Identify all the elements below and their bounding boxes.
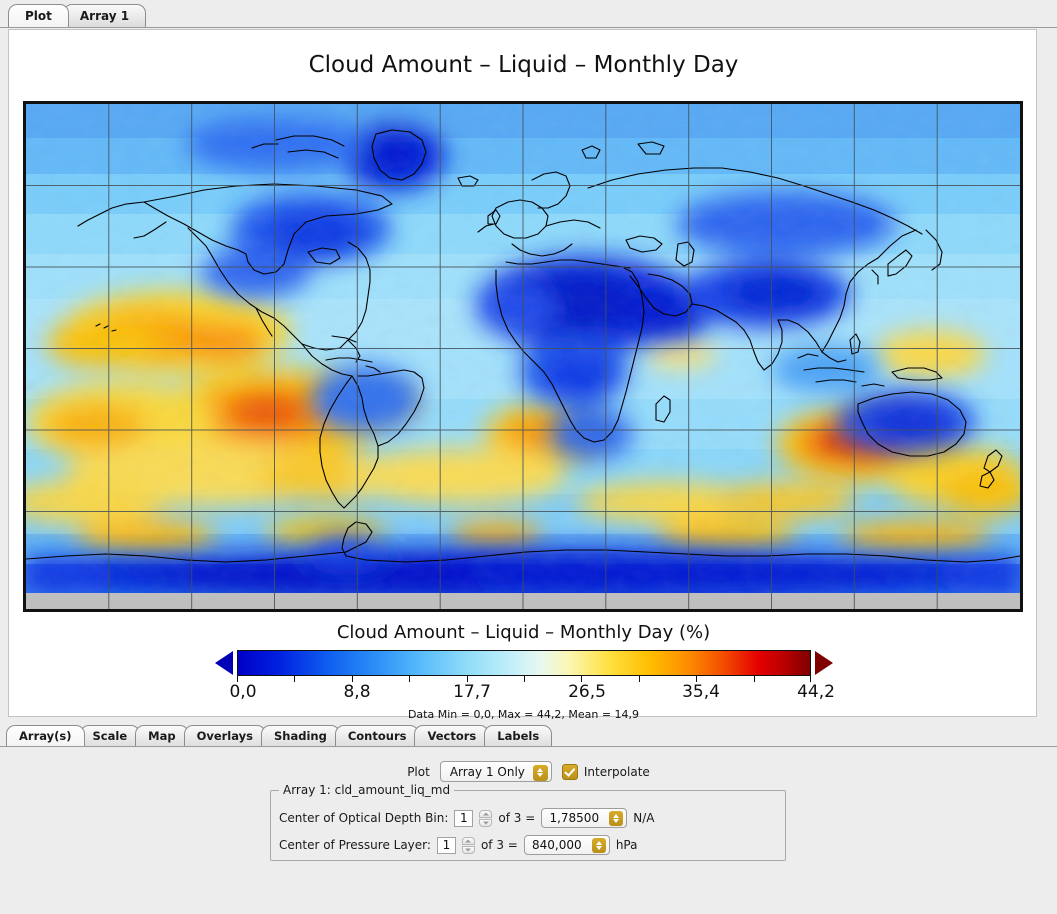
pressure-layer-unit: hPa (615, 838, 638, 852)
plot-title: Cloud Amount – Liquid – Monthly Day (308, 52, 739, 78)
plot-mode-label: Plot (407, 764, 430, 779)
colorbar-label-3: 26,5 (568, 682, 606, 702)
optical-depth-bin-value-dropdown[interactable]: 1,78500 (541, 808, 628, 828)
world-map-plot[interactable] (23, 101, 1023, 612)
colorbar-title: Cloud Amount – Liquid – Monthly Day (%) (336, 622, 711, 643)
pressure-layer-stepper[interactable] (461, 836, 475, 854)
colorbar-label-5: 44,2 (797, 682, 835, 702)
pressure-layer-of-text: of 3 = (480, 838, 518, 852)
plot-panel: Cloud Amount – Liquid – Monthly Day Clou… (8, 29, 1038, 721)
array-1-group: Array 1: cld_amount_liq_md Center of Opt… (270, 783, 786, 861)
optical-depth-bin-label: Center of Optical Depth Bin: (279, 811, 449, 825)
plot-mode-value: Array 1 Only (449, 764, 525, 779)
colorbar-tick-labels: 0,0 8,8 17,7 26,5 35,4 44,2 (9, 682, 1038, 704)
pressure-layer-value: 840,000 (532, 838, 582, 852)
optical-depth-bin-row: Center of Optical Depth Bin: 1 of 3 = 1,… (279, 808, 655, 828)
data-stats-text: Data Min = 0,0, Max = 44,2, Mean = 14,9 (407, 708, 640, 721)
optical-depth-bin-of-text: of 3 = (498, 811, 536, 825)
tab-overlays[interactable]: Overlays (183, 725, 266, 746)
pressure-layer-value-stepper-icon[interactable] (591, 838, 606, 853)
plot-mode-stepper-icon[interactable] (532, 764, 548, 781)
plot-mode-dropdown[interactable]: Array 1 Only (439, 761, 552, 782)
plot-mode-row: Plot Array 1 Only Interpolate (0, 761, 1057, 782)
top-tab-list: Plot Array 1 (8, 4, 147, 27)
top-tab-bar: Plot Array 1 (0, 0, 1057, 28)
pressure-layer-row: Center of Pressure Layer: 1 of 3 = 840,0… (279, 835, 637, 855)
tab-vectors[interactable]: Vectors (414, 725, 490, 746)
interpolate-label: Interpolate (583, 764, 650, 779)
colorbar[interactable] (215, 650, 833, 682)
colorbar-over-arrow-icon (815, 651, 833, 675)
tab-shading[interactable]: Shading (261, 725, 340, 746)
pressure-layer-index-field[interactable]: 1 (436, 836, 456, 854)
map-raster (26, 104, 1020, 609)
tab-contours[interactable]: Contours (334, 725, 420, 746)
optical-depth-bin-value: 1,78500 (549, 811, 600, 825)
colorbar-label-4: 35,4 (682, 682, 720, 702)
interpolate-checkbox-group[interactable]: Interpolate (561, 763, 650, 780)
optical-depth-bin-index-field[interactable]: 1 (454, 809, 474, 827)
no-data-strip (26, 593, 1020, 609)
optical-depth-bin-stepper[interactable] (479, 809, 493, 827)
colorbar-under-arrow-icon (215, 651, 233, 675)
tab-arrays[interactable]: Array(s) (6, 725, 85, 746)
tab-scale[interactable]: Scale (79, 725, 141, 746)
colorbar-gradient (237, 650, 811, 676)
pressure-layer-value-dropdown[interactable]: 840,000 (523, 835, 610, 855)
arrays-options-panel: Plot Array 1 Only Interpolate Array 1: c… (0, 747, 1057, 914)
pressure-layer-label: Center of Pressure Layer: (279, 838, 431, 852)
array-1-group-legend: Array 1: cld_amount_liq_md (279, 783, 455, 797)
options-tab-bar: Array(s) Scale Map Overlays Shading Cont… (0, 723, 1057, 747)
tab-map[interactable]: Map (135, 725, 189, 746)
optical-depth-bin-unit: N/A (633, 811, 655, 825)
tab-array-1[interactable]: Array 1 (62, 4, 147, 27)
interpolate-checkbox[interactable] (561, 763, 578, 780)
optical-depth-bin-value-stepper-icon[interactable] (609, 811, 624, 826)
tab-plot[interactable]: Plot (8, 4, 69, 27)
colorbar-label-2: 17,7 (453, 682, 491, 702)
colorbar-label-1: 8,8 (343, 682, 371, 702)
tab-labels[interactable]: Labels (484, 725, 553, 746)
options-tab-list: Array(s) Scale Map Overlays Shading Cont… (6, 725, 553, 746)
application-window: Plot Array 1 Cloud Amount – Liquid – Mon… (0, 0, 1057, 914)
colorbar-label-0: 0,0 (229, 682, 257, 702)
